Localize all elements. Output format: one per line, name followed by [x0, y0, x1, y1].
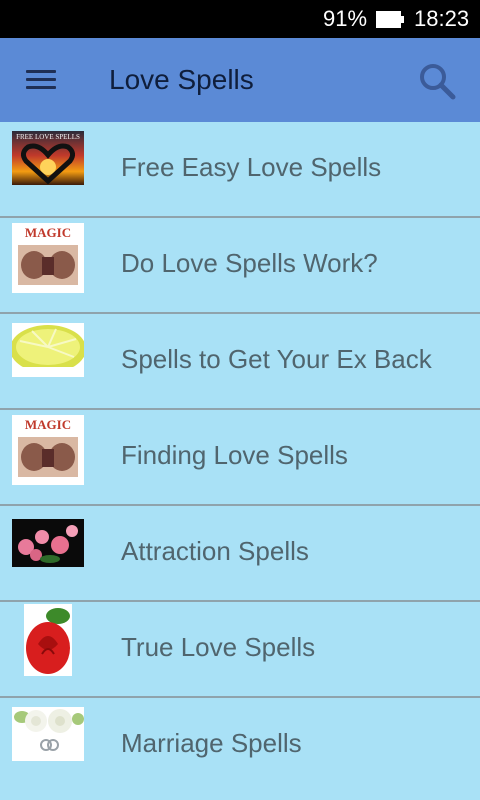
search-icon[interactable] — [418, 62, 456, 100]
list-item-marriage-spells[interactable]: Marriage Spells — [0, 698, 480, 794]
list-item-do-love-spells-work[interactable]: MAGIC Do Love Spells Work? — [0, 218, 480, 314]
thumbnail-caption: FREE LOVE SPELLS — [16, 133, 80, 141]
list-item-true-love-spells[interactable]: True Love Spells — [0, 602, 480, 698]
list-item-label: Do Love Spells Work? — [121, 248, 378, 278]
list-item-label: Free Easy Love Spells — [121, 152, 382, 182]
list-item-free-easy-love-spells[interactable]: FREE LOVE SPELLS Free Easy Love Spells — [0, 122, 480, 218]
list-item-spells-to-get-your-ex-back[interactable]: Spells to Get Your Ex Back — [0, 314, 480, 410]
lemon-slice-thumbnail — [12, 323, 84, 377]
thumbnail-caption: MAGIC — [25, 225, 71, 240]
battery-icon — [376, 11, 404, 28]
white-roses-thumbnail — [12, 707, 84, 761]
list-item-label: Finding Love Spells — [121, 440, 348, 470]
list-item-label: Spells to Get Your Ex Back — [121, 344, 432, 374]
magic-hands-thumbnail: MAGIC — [12, 223, 84, 293]
thumbnail-caption: MAGIC — [25, 417, 71, 432]
app-bar: Love Spells — [0, 38, 480, 122]
status-bar: 91% 18:23 — [0, 0, 480, 38]
red-rose-thumbnail — [24, 604, 72, 676]
magic-hands-thumbnail: MAGIC — [12, 415, 84, 485]
spell-list: FREE LOVE SPELLS Free Easy Love Spells M… — [0, 122, 480, 800]
list-item-label: True Love Spells — [121, 632, 316, 662]
list-item-attraction-spells[interactable]: Attraction Spells — [0, 506, 480, 602]
battery-percent: 91% — [323, 6, 368, 31]
app-title: Love Spells — [109, 64, 254, 95]
clock: 18:23 — [414, 6, 470, 31]
heart-hands-thumbnail: FREE LOVE SPELLS — [12, 131, 84, 185]
list-item-finding-love-spells[interactable]: MAGIC Finding Love Spells — [0, 410, 480, 506]
hamburger-menu-icon[interactable] — [26, 68, 58, 92]
list-item-label: Marriage Spells — [121, 728, 302, 758]
pink-roses-thumbnail — [12, 519, 84, 567]
list-item-label: Attraction Spells — [121, 536, 309, 566]
